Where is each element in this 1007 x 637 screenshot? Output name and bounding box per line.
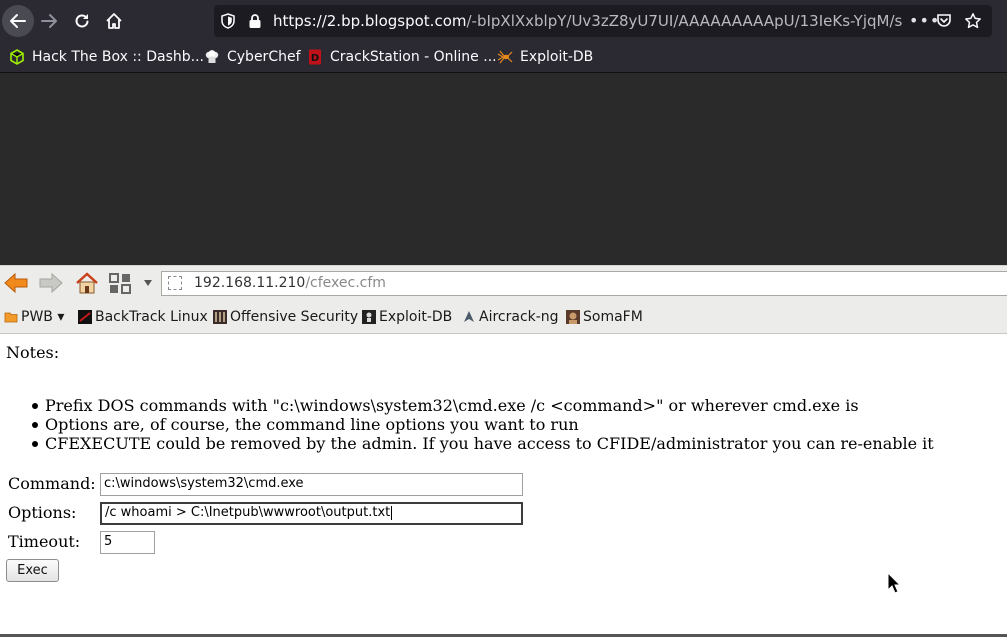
- exec-button[interactable]: Exec: [6, 559, 59, 582]
- page-content: Notes: Prefix DOS commands with "c:\wind…: [0, 334, 1007, 634]
- reload-icon: [75, 14, 89, 28]
- bookmark-offensive-security[interactable]: Offensive Security: [213, 301, 358, 333]
- bookmark-folder-pwb[interactable]: PWB ▾: [4, 301, 64, 333]
- inner-address-bar[interactable]: 192.168.11.210/cfexec.cfm: [161, 271, 1007, 296]
- shield-icon[interactable]: [220, 13, 236, 29]
- hackthebox-icon: [10, 49, 24, 65]
- reload-button[interactable]: [66, 5, 98, 37]
- bookmark-aircrack[interactable]: Aircrack-ng: [462, 301, 559, 333]
- crackstation-icon: D: [309, 49, 321, 65]
- bookmark-cyberchef[interactable]: CyberChef: [204, 42, 301, 72]
- inner-url-text[interactable]: 192.168.11.210/cfexec.cfm: [194, 272, 386, 295]
- exploitdb-icon: [362, 310, 376, 324]
- back-arrow-icon[interactable]: [3, 271, 29, 295]
- list-item: CFEXECUTE could be removed by the admin.…: [32, 434, 934, 453]
- options-input[interactable]: /c whoami > C:\Inetpub\wwwroot\output.tx…: [100, 502, 523, 525]
- address-bar[interactable]: https://2.bp.blogspot.com/-bIpXlXxblpY/U…: [214, 5, 992, 37]
- somafm-icon: [566, 310, 580, 324]
- bookmark-hackthebox[interactable]: Hack The Box :: Dashb...: [9, 42, 204, 72]
- dark-page-background: [0, 73, 1007, 265]
- cyberchef-icon: [205, 50, 219, 63]
- list-item: Prefix DOS commands with "c:\windows\sys…: [32, 396, 934, 415]
- bookmark-somafm[interactable]: SomaFM: [566, 301, 643, 333]
- command-input[interactable]: c:\windows\system32\cmd.exe: [100, 473, 523, 496]
- dropdown-arrow-icon[interactable]: [143, 279, 153, 287]
- timeout-input[interactable]: 5: [100, 531, 155, 554]
- lock-icon[interactable]: [248, 13, 262, 29]
- folder-icon: [4, 312, 18, 323]
- url-text[interactable]: https://2.bp.blogspot.com/-bIpXlXxblpY/U…: [273, 5, 903, 37]
- command-label: Command:: [8, 474, 96, 493]
- home-icon[interactable]: [74, 271, 100, 295]
- mouse-pointer-icon: [887, 572, 901, 594]
- arrow-left-icon: [10, 14, 26, 28]
- forward-button[interactable]: [33, 5, 65, 37]
- home-button[interactable]: [98, 5, 130, 37]
- bookmark-crackstation[interactable]: D CrackStation - Online ...: [307, 42, 497, 72]
- bookmarks-menu-icon[interactable]: [108, 271, 134, 295]
- bookmark-backtrack[interactable]: BackTrack Linux: [78, 301, 208, 333]
- back-button[interactable]: [2, 5, 34, 37]
- bookmark-star-icon[interactable]: [964, 12, 982, 30]
- text-caret: [391, 505, 393, 520]
- page-icon: [168, 276, 182, 290]
- arrow-right-icon: [41, 14, 57, 28]
- timeout-label: Timeout:: [8, 532, 81, 551]
- notes-label: Notes:: [6, 343, 60, 362]
- list-item: Options are, of course, the command line…: [32, 415, 934, 434]
- home-icon: [106, 13, 122, 29]
- notes-list: Prefix DOS commands with "c:\windows\sys…: [32, 396, 934, 453]
- offsec-icon: [213, 310, 227, 324]
- backtrack-icon: [78, 310, 92, 324]
- svg-text:D: D: [311, 53, 319, 64]
- aircrack-icon: [464, 311, 474, 322]
- outer-bookmarks-toolbar: Hack The Box :: Dashb... CyberChef D Cra…: [0, 42, 1007, 73]
- bookmark-exploitdb[interactable]: Exploit-DB: [497, 42, 593, 72]
- bookmark-exploitdb-inner[interactable]: Exploit-DB: [362, 301, 452, 333]
- outer-navigation-toolbar: https://2.bp.blogspot.com/-bIpXlXxblpY/U…: [0, 0, 1007, 42]
- exploitdb-spider-icon: [497, 50, 513, 64]
- options-input-value: /c whoami > C:\Inetpub\wwwroot\output.tx…: [105, 505, 391, 520]
- pocket-icon[interactable]: [936, 13, 952, 29]
- forward-arrow-icon[interactable]: [38, 271, 64, 295]
- options-label: Options:: [8, 503, 77, 522]
- inner-bookmarks-toolbar: PWB ▾ BackTrack Linux Offensive Security…: [0, 301, 1007, 334]
